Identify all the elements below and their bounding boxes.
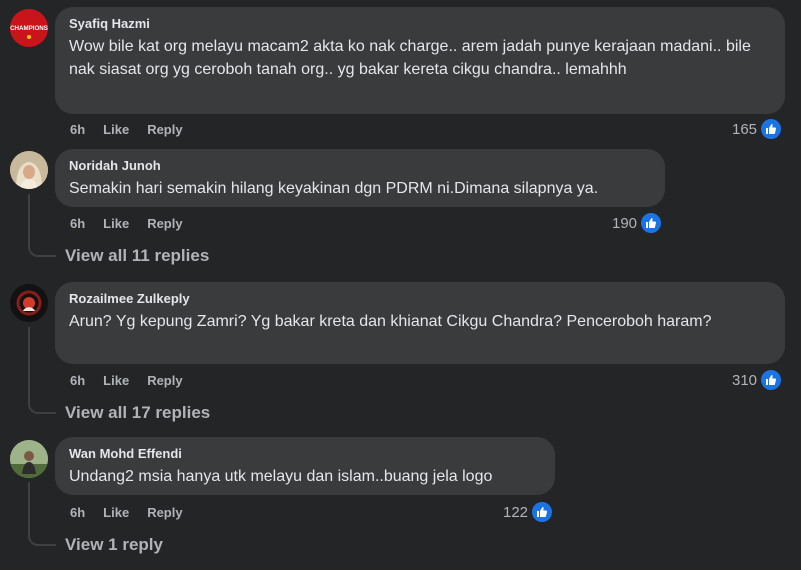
comment-timestamp[interactable]: 6h: [70, 122, 85, 138]
reaction-count: 165: [732, 120, 758, 138]
reply-button[interactable]: Reply: [147, 216, 182, 232]
thumbs-up-icon: [640, 212, 663, 234]
comment-actions: 6h Like Reply: [70, 505, 183, 521]
comment-timestamp[interactable]: 6h: [70, 216, 85, 232]
profile-photo-icon: [10, 440, 48, 478]
comment-bubble: Wan Mohd Effendi Undang2 msia hanya utk …: [55, 437, 555, 495]
comment-timestamp[interactable]: 6h: [70, 373, 85, 389]
champions-logo-icon: CHAMPIONS: [10, 9, 48, 47]
profile-photo-icon: [10, 151, 48, 189]
comment-timestamp[interactable]: 6h: [70, 505, 85, 521]
comment-author[interactable]: Syafiq Hazmi: [69, 15, 771, 32]
reaction-summary[interactable]: 122: [503, 501, 554, 523]
thread-connector: [28, 327, 56, 414]
like-button[interactable]: Like: [103, 373, 129, 389]
comment-bubble: Rozailmee Zulkeply Arun? Yg kepung Zamri…: [55, 282, 785, 364]
reply-button[interactable]: Reply: [147, 505, 182, 521]
comments-section: CHAMPIONS Syafiq Hazmi Wow bile kat org …: [0, 0, 801, 570]
view-replies-link[interactable]: View all 17 replies: [65, 403, 210, 423]
view-replies-link[interactable]: View all 11 replies: [65, 246, 209, 266]
comment-author[interactable]: Wan Mohd Effendi: [69, 445, 541, 462]
like-button[interactable]: Like: [103, 122, 129, 138]
comment-avatar[interactable]: [10, 284, 48, 322]
comment-avatar[interactable]: CHAMPIONS: [10, 9, 48, 47]
thread-connector: [28, 482, 56, 546]
reaction-count: 310: [732, 371, 758, 389]
comment-actions: 6h Like Reply: [70, 216, 183, 232]
reaction-summary[interactable]: 310: [732, 369, 783, 391]
comment-text: Undang2 msia hanya utk melayu dan islam.…: [69, 468, 493, 485]
view-replies-link[interactable]: View 1 reply: [65, 535, 163, 555]
reaction-summary[interactable]: 190: [612, 212, 663, 234]
thumbs-up-icon: [760, 369, 783, 391]
comment-avatar[interactable]: [10, 440, 48, 478]
comment-avatar[interactable]: [10, 151, 48, 189]
reaction-count: 122: [503, 503, 529, 521]
comment-text: Arun? Yg kepung Zamri? Yg bakar kreta da…: [69, 313, 712, 330]
comment-text: Wow bile kat org melayu macam2 akta ko n…: [69, 38, 751, 78]
reply-button[interactable]: Reply: [147, 373, 182, 389]
reaction-summary[interactable]: 165: [732, 118, 783, 140]
comment-text: Semakin hari semakin hilang keyakinan dg…: [69, 180, 599, 197]
like-button[interactable]: Like: [103, 505, 129, 521]
avatar-logo-text: CHAMPIONS: [10, 25, 48, 32]
profile-photo-icon: [10, 284, 48, 322]
comment-author[interactable]: Noridah Junoh: [69, 157, 651, 174]
thumbs-up-icon: [531, 501, 554, 523]
thumbs-up-icon: [760, 118, 783, 140]
comment-bubble: Syafiq Hazmi Wow bile kat org melayu mac…: [55, 7, 785, 114]
comment-bubble: Noridah Junoh Semakin hari semakin hilan…: [55, 149, 665, 207]
comment-author[interactable]: Rozailmee Zulkeply: [69, 290, 771, 307]
comment-actions: 6h Like Reply: [70, 373, 183, 389]
reply-button[interactable]: Reply: [147, 122, 182, 138]
like-button[interactable]: Like: [103, 216, 129, 232]
comment-actions: 6h Like Reply: [70, 122, 183, 138]
thread-connector: [28, 194, 56, 257]
reaction-count: 190: [612, 214, 638, 232]
